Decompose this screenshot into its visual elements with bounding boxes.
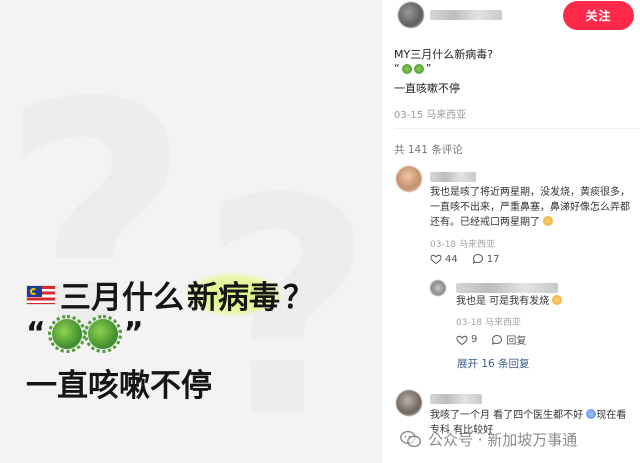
poster-title-suffix: ？ <box>283 280 314 316</box>
comment-date-location: 03-18 马来西亚 <box>430 240 496 250</box>
reply-count: 17 <box>486 253 500 265</box>
emoji-icon <box>543 216 554 226</box>
reply-button[interactable]: 回复 <box>491 332 526 347</box>
chat-icon <box>492 334 503 345</box>
commenter-avatar[interactable] <box>396 390 422 416</box>
reply-avatar[interactable] <box>430 280 446 296</box>
comment-actions: 44 17 <box>430 253 499 265</box>
post-body: 一直咳嗽不停 <box>394 82 460 95</box>
like-button[interactable]: 44 <box>430 253 458 265</box>
like-count: 9 <box>471 334 478 345</box>
commenter-name-blurred[interactable] <box>430 394 482 404</box>
watermark-text: 公众号 · 新加坡万事通 <box>428 430 578 449</box>
virus-icon <box>413 63 424 74</box>
poster-subtitle: 一直咳嗽不停 <box>26 368 212 404</box>
quote-open: “ <box>26 316 46 351</box>
author-avatar[interactable] <box>398 2 424 28</box>
author-name-blurred[interactable] <box>430 10 502 20</box>
expand-replies-link[interactable]: 展开 16 条回复 <box>457 356 530 371</box>
follow-button[interactable]: 关注 <box>563 1 634 30</box>
quote-open: “ <box>394 62 400 75</box>
comment-text: 我也是咳了将近两星期，没发烧，黄痰很多，一直咳不出来，严重鼻塞，鼻涕好像怎么弄都… <box>430 187 630 228</box>
chat-icon <box>472 253 483 264</box>
wechat-icon <box>400 430 422 448</box>
poster-title-highlight: 新病毒 <box>184 272 283 317</box>
virus-icon <box>401 63 412 74</box>
heart-icon <box>456 335 468 345</box>
post-image[interactable]: ? ? 三月什么 新病毒？ “ ” 一直咳嗽不停 <box>0 0 382 463</box>
comment-panel: 关注 MY三月什么新病毒? “ ” 一直咳嗽不停 03-15 马来西亚 共 14… <box>382 0 640 463</box>
virus-icon <box>83 314 122 353</box>
malaysia-flag-icon <box>26 284 56 305</box>
post-title: MY三月什么新病毒? <box>394 48 494 61</box>
reply-text: 我也是 可是我有发烧 <box>456 294 626 309</box>
virus-icon <box>47 314 86 353</box>
divider <box>394 128 640 129</box>
heart-icon <box>430 254 442 265</box>
poster-title-prefix: 三月什么 <box>60 280 184 316</box>
poster-title: 三月什么 新病毒？ <box>26 272 314 317</box>
poster-virus-line: “ ” <box>26 314 144 353</box>
like-count: 44 <box>445 253 458 265</box>
reply-label: 回复 <box>506 336 527 347</box>
emoji-icon <box>586 409 597 419</box>
commenter-avatar[interactable] <box>396 166 422 192</box>
reply-actions: 9 回复 <box>456 332 526 347</box>
reply-button[interactable]: 17 <box>472 253 500 265</box>
like-button[interactable]: 9 <box>456 334 477 346</box>
post-emoji-line: “ ” <box>394 62 431 75</box>
reply-name-blurred[interactable] <box>456 283 558 293</box>
quote-close: ” <box>425 62 432 75</box>
author-header: 关注 <box>382 0 640 34</box>
comment-count: 共 141 条评论 <box>394 144 463 156</box>
commenter-name-blurred[interactable] <box>430 172 476 182</box>
emoji-icon <box>552 295 563 305</box>
watermark: 公众号 · 新加坡万事通 <box>400 428 640 450</box>
reply-date-location: 03-18 马来西亚 <box>456 318 522 328</box>
post-date-location: 03-15 马来西亚 <box>394 110 467 121</box>
quote-close: ” <box>123 316 144 351</box>
